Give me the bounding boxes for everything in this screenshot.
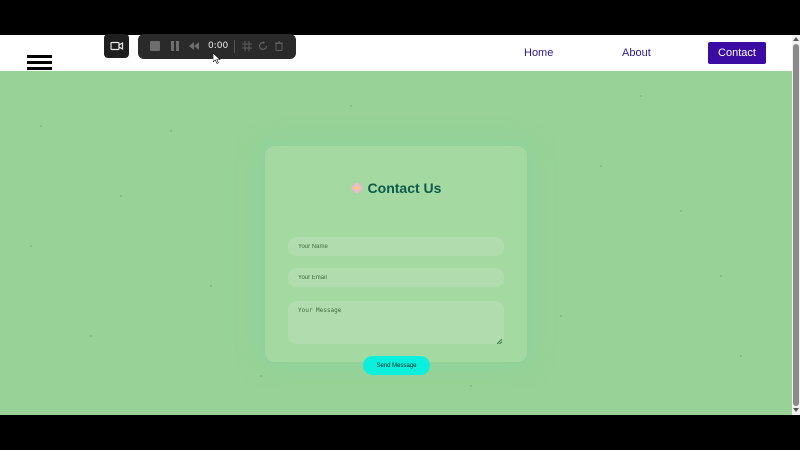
mouse-cursor-icon bbox=[213, 53, 221, 64]
background-speck bbox=[560, 315, 562, 317]
background-speck bbox=[600, 165, 602, 167]
rewind-icon[interactable] bbox=[189, 41, 199, 51]
page-viewport: Home About Contact Contact Us Your Name … bbox=[0, 35, 792, 415]
background-speck bbox=[170, 130, 172, 132]
background-speck bbox=[350, 105, 352, 107]
background-speck bbox=[640, 95, 642, 97]
hamburger-menu-icon[interactable] bbox=[27, 55, 52, 71]
restart-icon[interactable] bbox=[258, 41, 268, 51]
trash-icon[interactable] bbox=[274, 41, 284, 51]
contact-form-card: Contact Us Send Message bbox=[265, 146, 527, 375]
scroll-down-icon[interactable] bbox=[793, 408, 799, 412]
pause-icon[interactable] bbox=[170, 41, 180, 51]
background-speck bbox=[680, 210, 682, 212]
background-speck bbox=[30, 245, 32, 247]
email-input[interactable] bbox=[288, 268, 504, 287]
flower-icon bbox=[351, 182, 363, 194]
stop-icon[interactable] bbox=[150, 41, 160, 51]
scroll-thumb[interactable] bbox=[793, 44, 799, 406]
background-speck bbox=[210, 285, 212, 287]
name-input[interactable] bbox=[288, 237, 504, 256]
background-speck bbox=[470, 385, 472, 387]
background-speck bbox=[120, 195, 122, 197]
screen-frame: Home About Contact Contact Us Your Name … bbox=[0, 0, 800, 450]
resize-grip-icon[interactable] bbox=[497, 339, 502, 344]
recorder-camera-button[interactable] bbox=[104, 34, 129, 58]
video-camera-icon bbox=[110, 41, 124, 51]
recorder-time: 0:00 bbox=[208, 41, 229, 51]
contact-form-title: Contact Us bbox=[265, 179, 527, 197]
page-scrollbar[interactable] bbox=[792, 35, 800, 415]
background-speck bbox=[720, 275, 722, 277]
nav-link-contact[interactable]: Contact bbox=[708, 42, 766, 64]
send-message-button[interactable]: Send Message bbox=[363, 356, 430, 375]
scroll-up-icon[interactable] bbox=[793, 37, 799, 41]
nav-link-home[interactable]: Home bbox=[524, 45, 553, 61]
background-speck bbox=[260, 375, 262, 377]
recorder-separator bbox=[234, 40, 235, 53]
grid-icon[interactable] bbox=[242, 41, 252, 51]
background-speck bbox=[90, 335, 92, 337]
message-textarea[interactable] bbox=[288, 301, 504, 344]
contact-form-title-text: Contact Us bbox=[367, 180, 442, 196]
background-speck bbox=[740, 355, 742, 357]
nav-link-about[interactable]: About bbox=[622, 45, 651, 61]
background-speck bbox=[40, 125, 42, 127]
